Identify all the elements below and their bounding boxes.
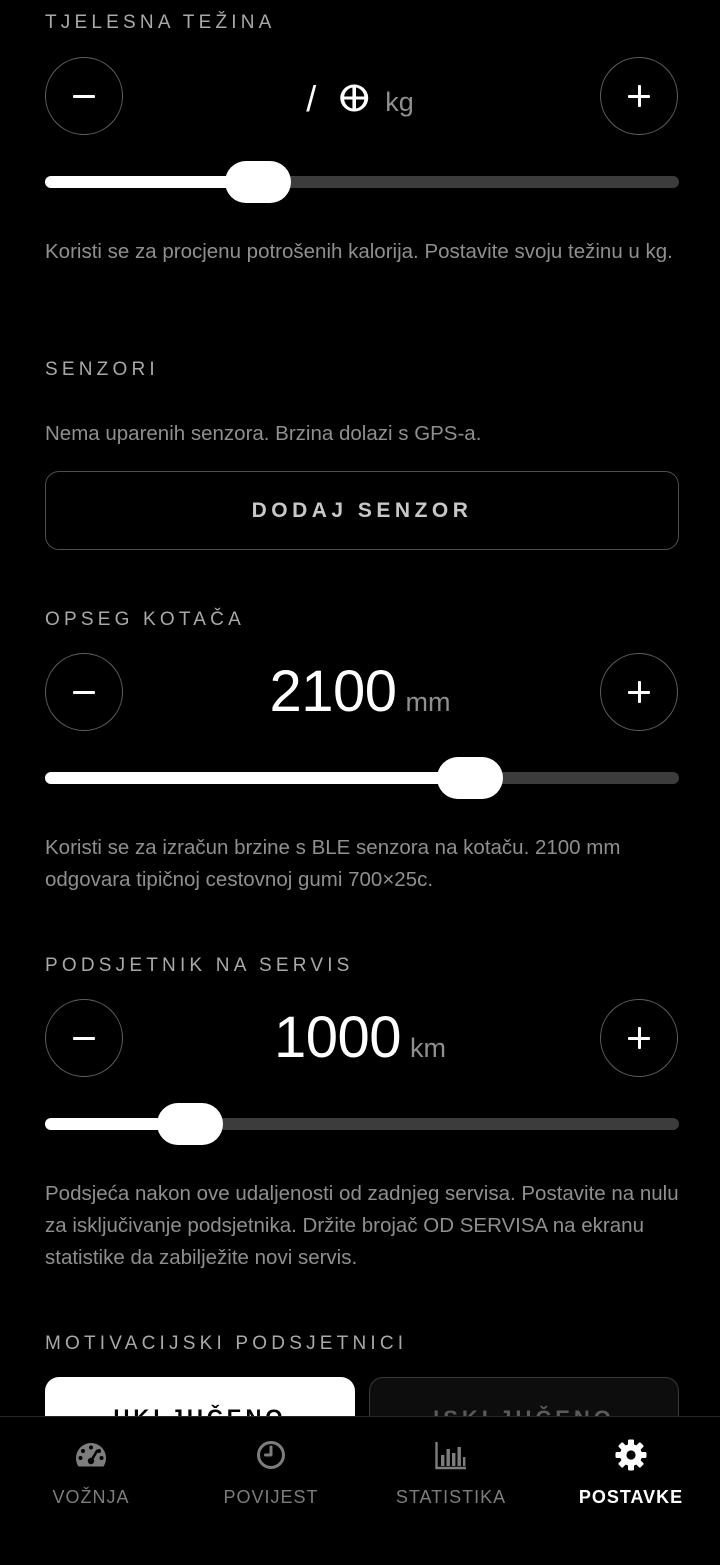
service-section-title: PODSJETNIK NA SERVIS xyxy=(45,955,354,976)
plus-icon xyxy=(628,681,650,703)
bar-chart-icon xyxy=(435,1442,466,1470)
sensors-description: Nema uparenih senzora. Brzina dolazi s G… xyxy=(45,422,482,445)
tab-label: POSTAVKE xyxy=(578,1487,684,1507)
weight-value-display: / ⴲ kg xyxy=(130,78,590,120)
gear-icon xyxy=(615,1439,647,1471)
plus-icon xyxy=(628,1027,650,1049)
slider-thumb[interactable] xyxy=(437,757,503,799)
minus-icon xyxy=(73,85,95,107)
tab-povijest[interactable]: POVIJEST xyxy=(181,1417,361,1537)
wheel-value: 2100 xyxy=(269,659,397,724)
tab-label: STATISTIKA xyxy=(395,1487,507,1507)
service-decrease-button[interactable] xyxy=(45,999,123,1077)
tab-statistika[interactable]: STATISTIKA xyxy=(361,1417,541,1537)
weight-value: / ⴲ xyxy=(306,78,377,119)
bottom-tab-bar: VOŽNJA POVIJEST STATISTIKA POSTAVKE xyxy=(0,1416,720,1565)
clock-icon xyxy=(257,1441,285,1469)
slider-thumb[interactable] xyxy=(225,161,291,203)
motivation-section-title: MOTIVACIJSKI PODSJETNICI xyxy=(45,1333,408,1354)
minus-icon xyxy=(73,1027,95,1049)
weight-unit: kg xyxy=(385,87,414,117)
weight-slider[interactable] xyxy=(45,161,679,203)
service-slider[interactable] xyxy=(45,1103,679,1145)
weight-decrease-button[interactable] xyxy=(45,57,123,135)
weight-increase-button[interactable] xyxy=(600,57,678,135)
weight-section-title: TJELESNA TEŽINA xyxy=(45,12,276,33)
tab-postavke[interactable]: POSTAVKE xyxy=(541,1417,720,1537)
add-sensor-button[interactable]: DODAJ SENZOR xyxy=(45,471,679,550)
service-value: 1000 xyxy=(273,1005,402,1070)
wheel-unit: mm xyxy=(405,687,451,717)
service-value-display: 1000 km xyxy=(130,1004,590,1071)
wheel-value-display: 2100 mm xyxy=(130,658,590,725)
speedometer-icon xyxy=(76,1443,106,1467)
wheel-increase-button[interactable] xyxy=(600,653,678,731)
tab-label: VOŽNJA xyxy=(52,1487,130,1507)
wheel-decrease-button[interactable] xyxy=(45,653,123,731)
minus-icon xyxy=(73,681,95,703)
settings-screen: TJELESNA TEŽINA / ⴲ kg Koristi se za pro… xyxy=(0,0,720,1565)
plus-icon xyxy=(628,85,650,107)
wheel-section-title: OPSEG KOTAČA xyxy=(45,609,245,630)
slider-thumb[interactable] xyxy=(157,1103,223,1145)
service-description: Podsjeća nakon ove udaljenosti od zadnje… xyxy=(45,1182,679,1269)
tab-label: POVIJEST xyxy=(223,1487,319,1507)
service-increase-button[interactable] xyxy=(600,999,678,1077)
sensors-section-title: SENZORI xyxy=(45,359,159,380)
service-unit: km xyxy=(410,1033,447,1063)
wheel-description: Koristi se za izračun brzine s BLE senzo… xyxy=(45,836,621,891)
weight-description: Koristi se za procjenu potrošenih kalori… xyxy=(45,240,673,263)
wheel-slider[interactable] xyxy=(45,757,679,799)
slider-fill xyxy=(45,772,470,784)
tab-voznja[interactable]: VOŽNJA xyxy=(1,1417,181,1537)
